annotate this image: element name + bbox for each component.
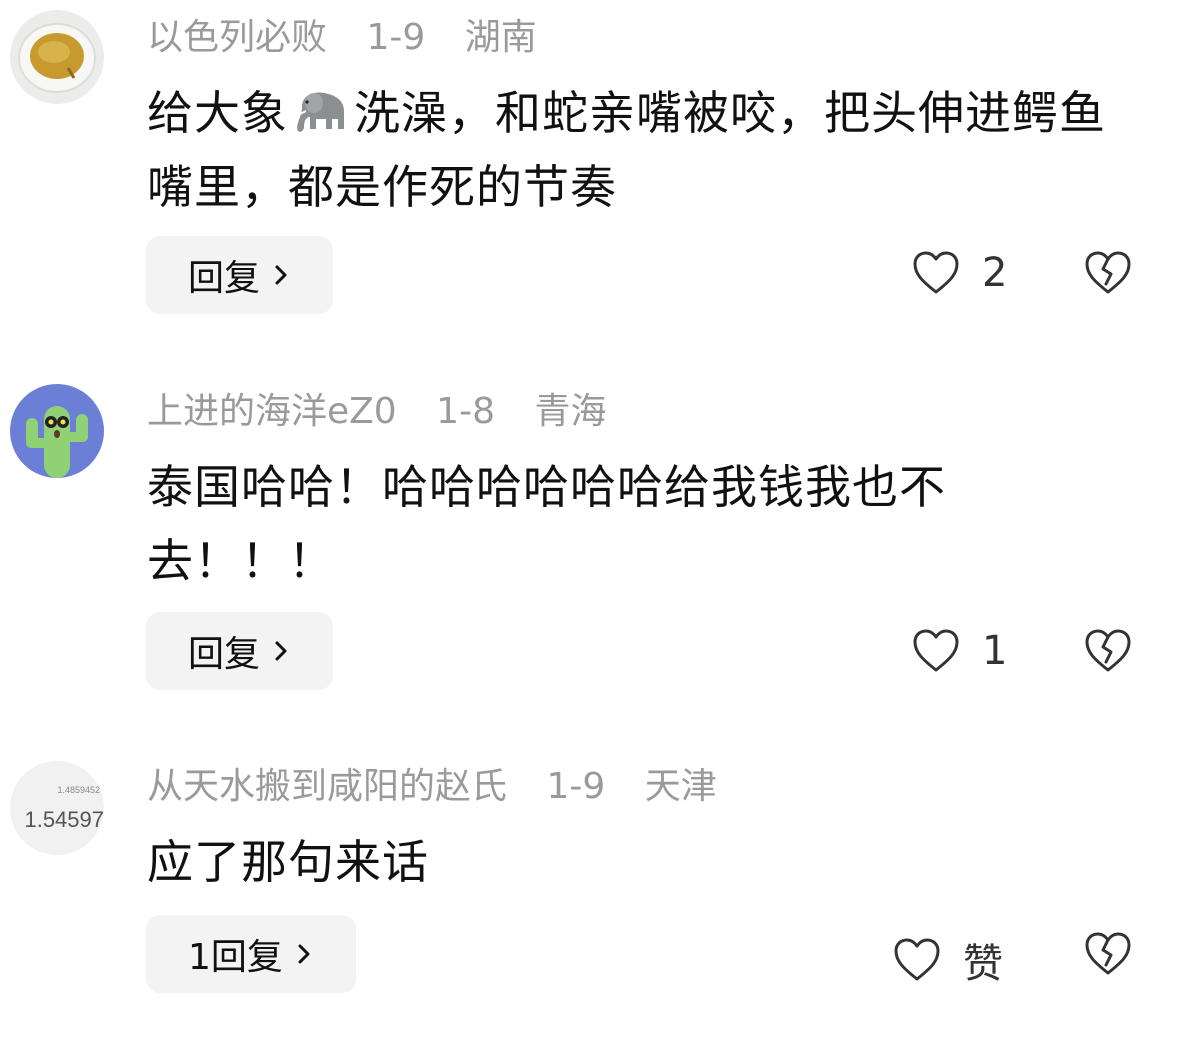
username[interactable]: 上进的海洋eZ0 <box>147 391 397 432</box>
like-button[interactable]: 2 <box>912 250 1007 296</box>
avatar-small-number: 1.4859452 <box>57 785 100 795</box>
avatar[interactable] <box>10 384 104 478</box>
like-count: 2 <box>982 250 1008 296</box>
heart-icon <box>913 251 959 294</box>
comment-location: 天津 <box>644 766 717 807</box>
comment-text: 应了那句来话 <box>147 835 429 889</box>
username[interactable]: 从天水搬到咸阳的赵氏 <box>147 766 507 807</box>
comment-meta: 以色列必败 1-9 湖南 <box>147 16 565 60</box>
comment-item: 以色列必败 1-9 湖南 给大象 洗澡，和蛇亲嘴被咬，把头伸进鳄鱼嘴里，都是作死… <box>0 0 1197 340</box>
like-button[interactable]: 赞 <box>893 931 1003 989</box>
reply-button[interactable]: 回复 <box>146 236 333 314</box>
comment-meta: 上进的海洋eZ0 1-8 青海 <box>147 390 634 434</box>
comment-date: 1-9 <box>366 17 426 58</box>
comment-item: 1.4859452 1.54597 从天水搬到咸阳的赵氏 1-9 天津 应了那句… <box>0 745 1197 1045</box>
comment-location: 青海 <box>534 391 607 432</box>
comment-text-part: 给大象 <box>147 86 288 140</box>
comment-text: 给大象 洗澡，和蛇亲嘴被咬，把头伸进鳄鱼嘴里，都是作死的节奏 <box>147 76 1137 224</box>
elephant-emoji-icon <box>297 92 344 132</box>
cactus-avatar-image <box>10 384 104 478</box>
heart-icon <box>913 629 959 672</box>
like-button[interactable]: 1 <box>912 628 1007 674</box>
reply-label: 回复 <box>188 634 261 675</box>
avatar-large-number: 1.54597 <box>24 807 104 832</box>
like-label: 赞 <box>963 941 1003 987</box>
chevron-right-icon <box>298 944 310 964</box>
dislike-button[interactable] <box>1084 931 1132 977</box>
comment-item: 上进的海洋eZ0 1-8 青海 泰国哈哈！哈哈哈哈哈哈给我钱我也不去！！！ 回复… <box>0 370 1197 710</box>
reply-button[interactable]: 回复 <box>146 612 333 690</box>
chevron-right-icon <box>275 265 287 285</box>
reply-button[interactable]: 1回复 <box>146 915 356 993</box>
calculator-avatar-image: 1.4859452 1.54597 <box>10 761 104 855</box>
broken-heart-icon <box>1085 932 1131 975</box>
avatar[interactable]: 1.4859452 1.54597 <box>10 761 104 855</box>
comment-text: 泰国哈哈！哈哈哈哈哈哈给我钱我也不去！！！ <box>147 460 946 588</box>
comment-date: 1-9 <box>546 766 606 807</box>
dislike-button[interactable] <box>1084 628 1132 674</box>
comment-meta: 从天水搬到咸阳的赵氏 1-9 天津 <box>147 765 745 809</box>
tea-cup-avatar-image <box>10 10 104 104</box>
like-count: 1 <box>982 628 1008 674</box>
avatar[interactable] <box>10 10 104 104</box>
reply-label: 1回复 <box>188 937 283 978</box>
broken-heart-icon <box>1085 251 1131 294</box>
comment-location: 湖南 <box>464 17 537 58</box>
dislike-button[interactable] <box>1084 250 1132 296</box>
reply-label: 回复 <box>188 258 261 299</box>
heart-icon <box>894 938 940 981</box>
username[interactable]: 以色列必败 <box>147 17 327 58</box>
comment-text-part: 洗澡，和蛇亲嘴被咬，把头伸进鳄鱼嘴里，都是作死的节奏 <box>147 86 1106 214</box>
chevron-right-icon <box>275 641 287 661</box>
broken-heart-icon <box>1085 629 1131 672</box>
comment-date: 1-8 <box>436 391 495 432</box>
